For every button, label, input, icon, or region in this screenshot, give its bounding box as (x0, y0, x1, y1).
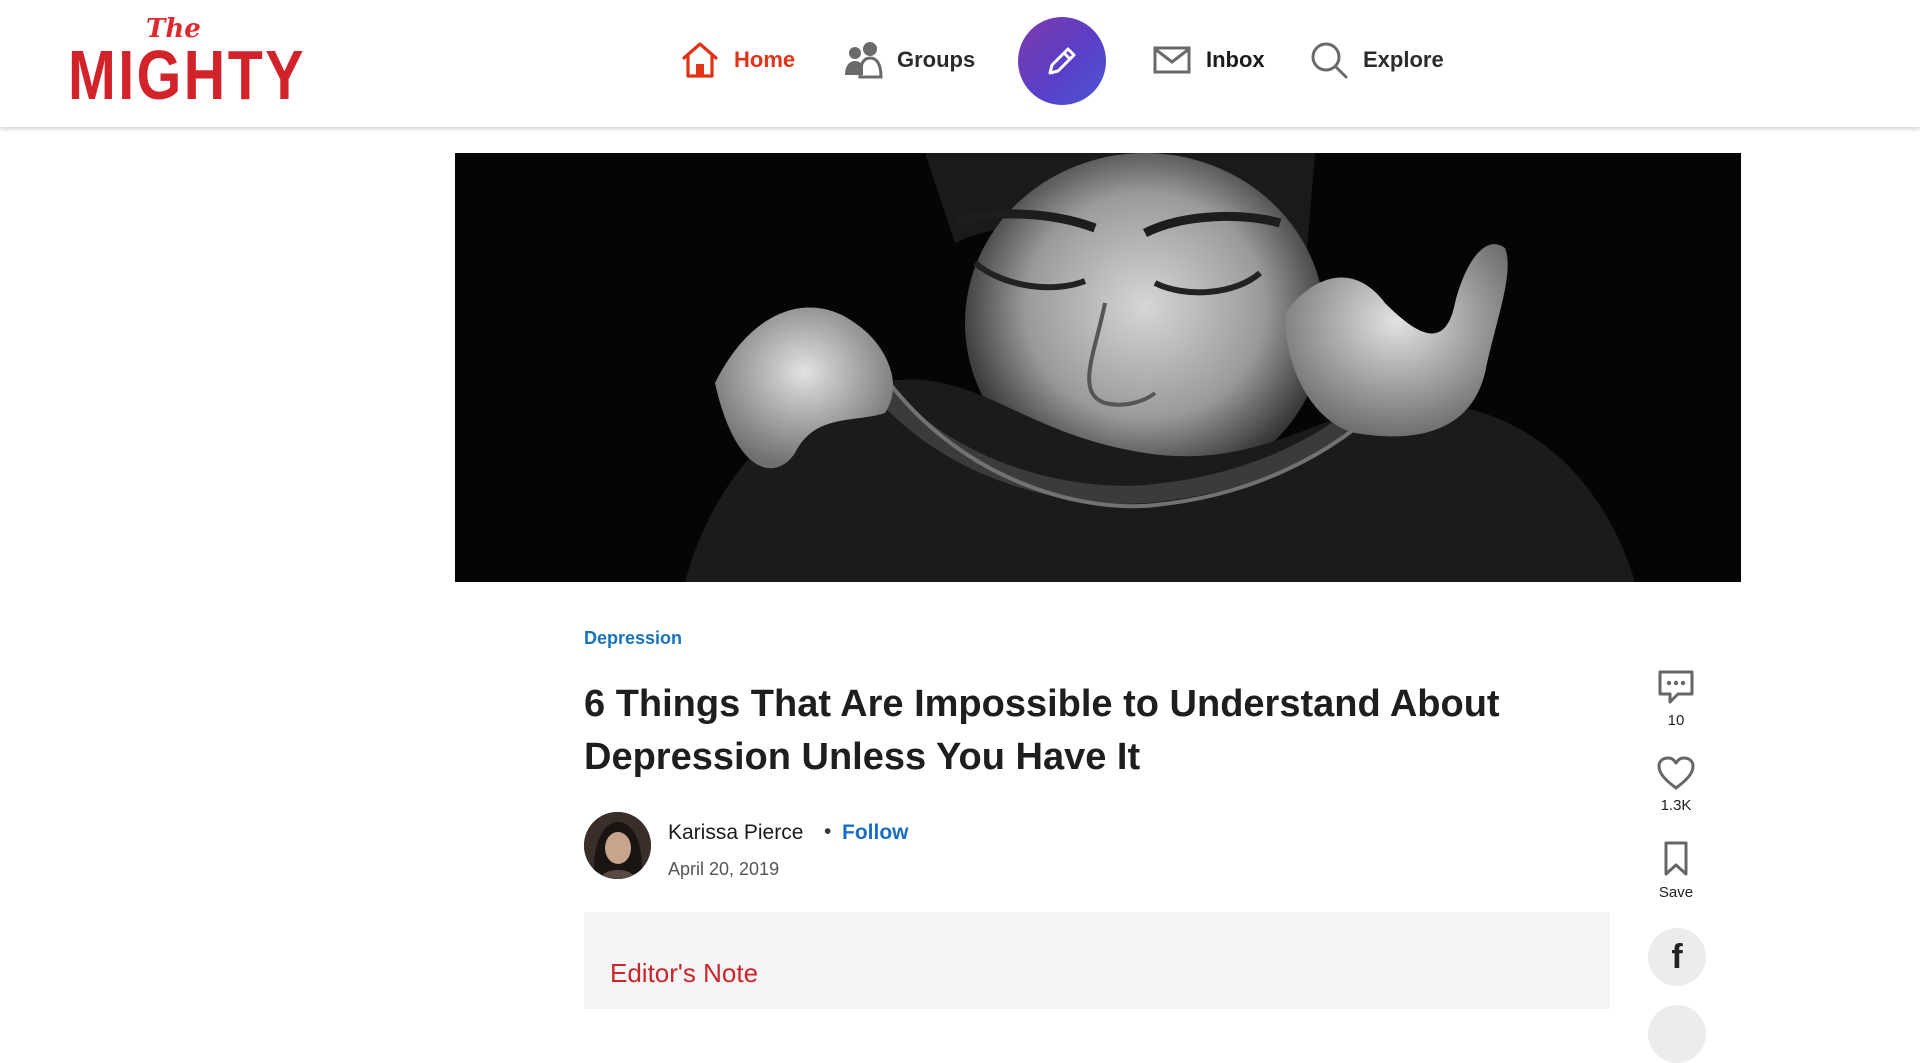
nav-home[interactable]: Home (680, 38, 795, 82)
category-tag[interactable]: Depression (584, 628, 682, 649)
comment-icon (1658, 670, 1694, 704)
hero-image (455, 153, 1741, 582)
comments-button[interactable]: 10 (1640, 668, 1712, 729)
save-button[interactable]: Save (1640, 840, 1712, 901)
editors-note-box: Editor's Note (584, 912, 1610, 1009)
like-button[interactable]: 1.3K (1640, 755, 1712, 814)
facebook-icon: f (1671, 937, 1683, 976)
follow-button[interactable]: Follow (842, 821, 909, 845)
compose-button[interactable] (1018, 17, 1106, 105)
home-icon (682, 42, 718, 78)
byline-separator: • (824, 820, 832, 843)
comments-count: 10 (1667, 712, 1685, 729)
nav-groups[interactable]: Groups (843, 38, 975, 82)
top-navigation-bar: The MIGHTY Home Groups Inbox Explore (0, 0, 1920, 127)
likes-count: 1.3K (1660, 797, 1692, 814)
bookmark-icon (1664, 841, 1688, 876)
nav-inbox[interactable]: Inbox (1152, 38, 1265, 82)
search-icon (1311, 42, 1348, 79)
article-title: 6 Things That Are Impossible to Understa… (584, 683, 1500, 778)
save-label: Save (1658, 884, 1694, 901)
author-name[interactable]: Karissa Pierce (668, 821, 803, 845)
share-button[interactable] (1648, 1005, 1706, 1063)
author-avatar[interactable] (584, 812, 651, 879)
nav-home-label: Home (734, 47, 796, 72)
main-nav: Home Groups Inbox Explore (0, 0, 1920, 127)
publish-date: April 20, 2019 (668, 859, 780, 879)
nav-groups-label: Groups (897, 47, 976, 72)
nav-explore-label: Explore (1363, 47, 1444, 72)
heart-icon (1657, 756, 1695, 790)
pencil-icon (1048, 47, 1076, 75)
groups-icon (845, 42, 883, 79)
nav-inbox-label: Inbox (1206, 47, 1265, 72)
author-byline: Karissa Pierce • Follow April 20, 2019 (584, 812, 1084, 882)
envelope-icon (1153, 46, 1191, 74)
facebook-share-button[interactable]: f (1648, 928, 1706, 986)
nav-explore[interactable]: Explore (1309, 38, 1444, 82)
editors-note-label: Editor's Note (610, 958, 759, 988)
